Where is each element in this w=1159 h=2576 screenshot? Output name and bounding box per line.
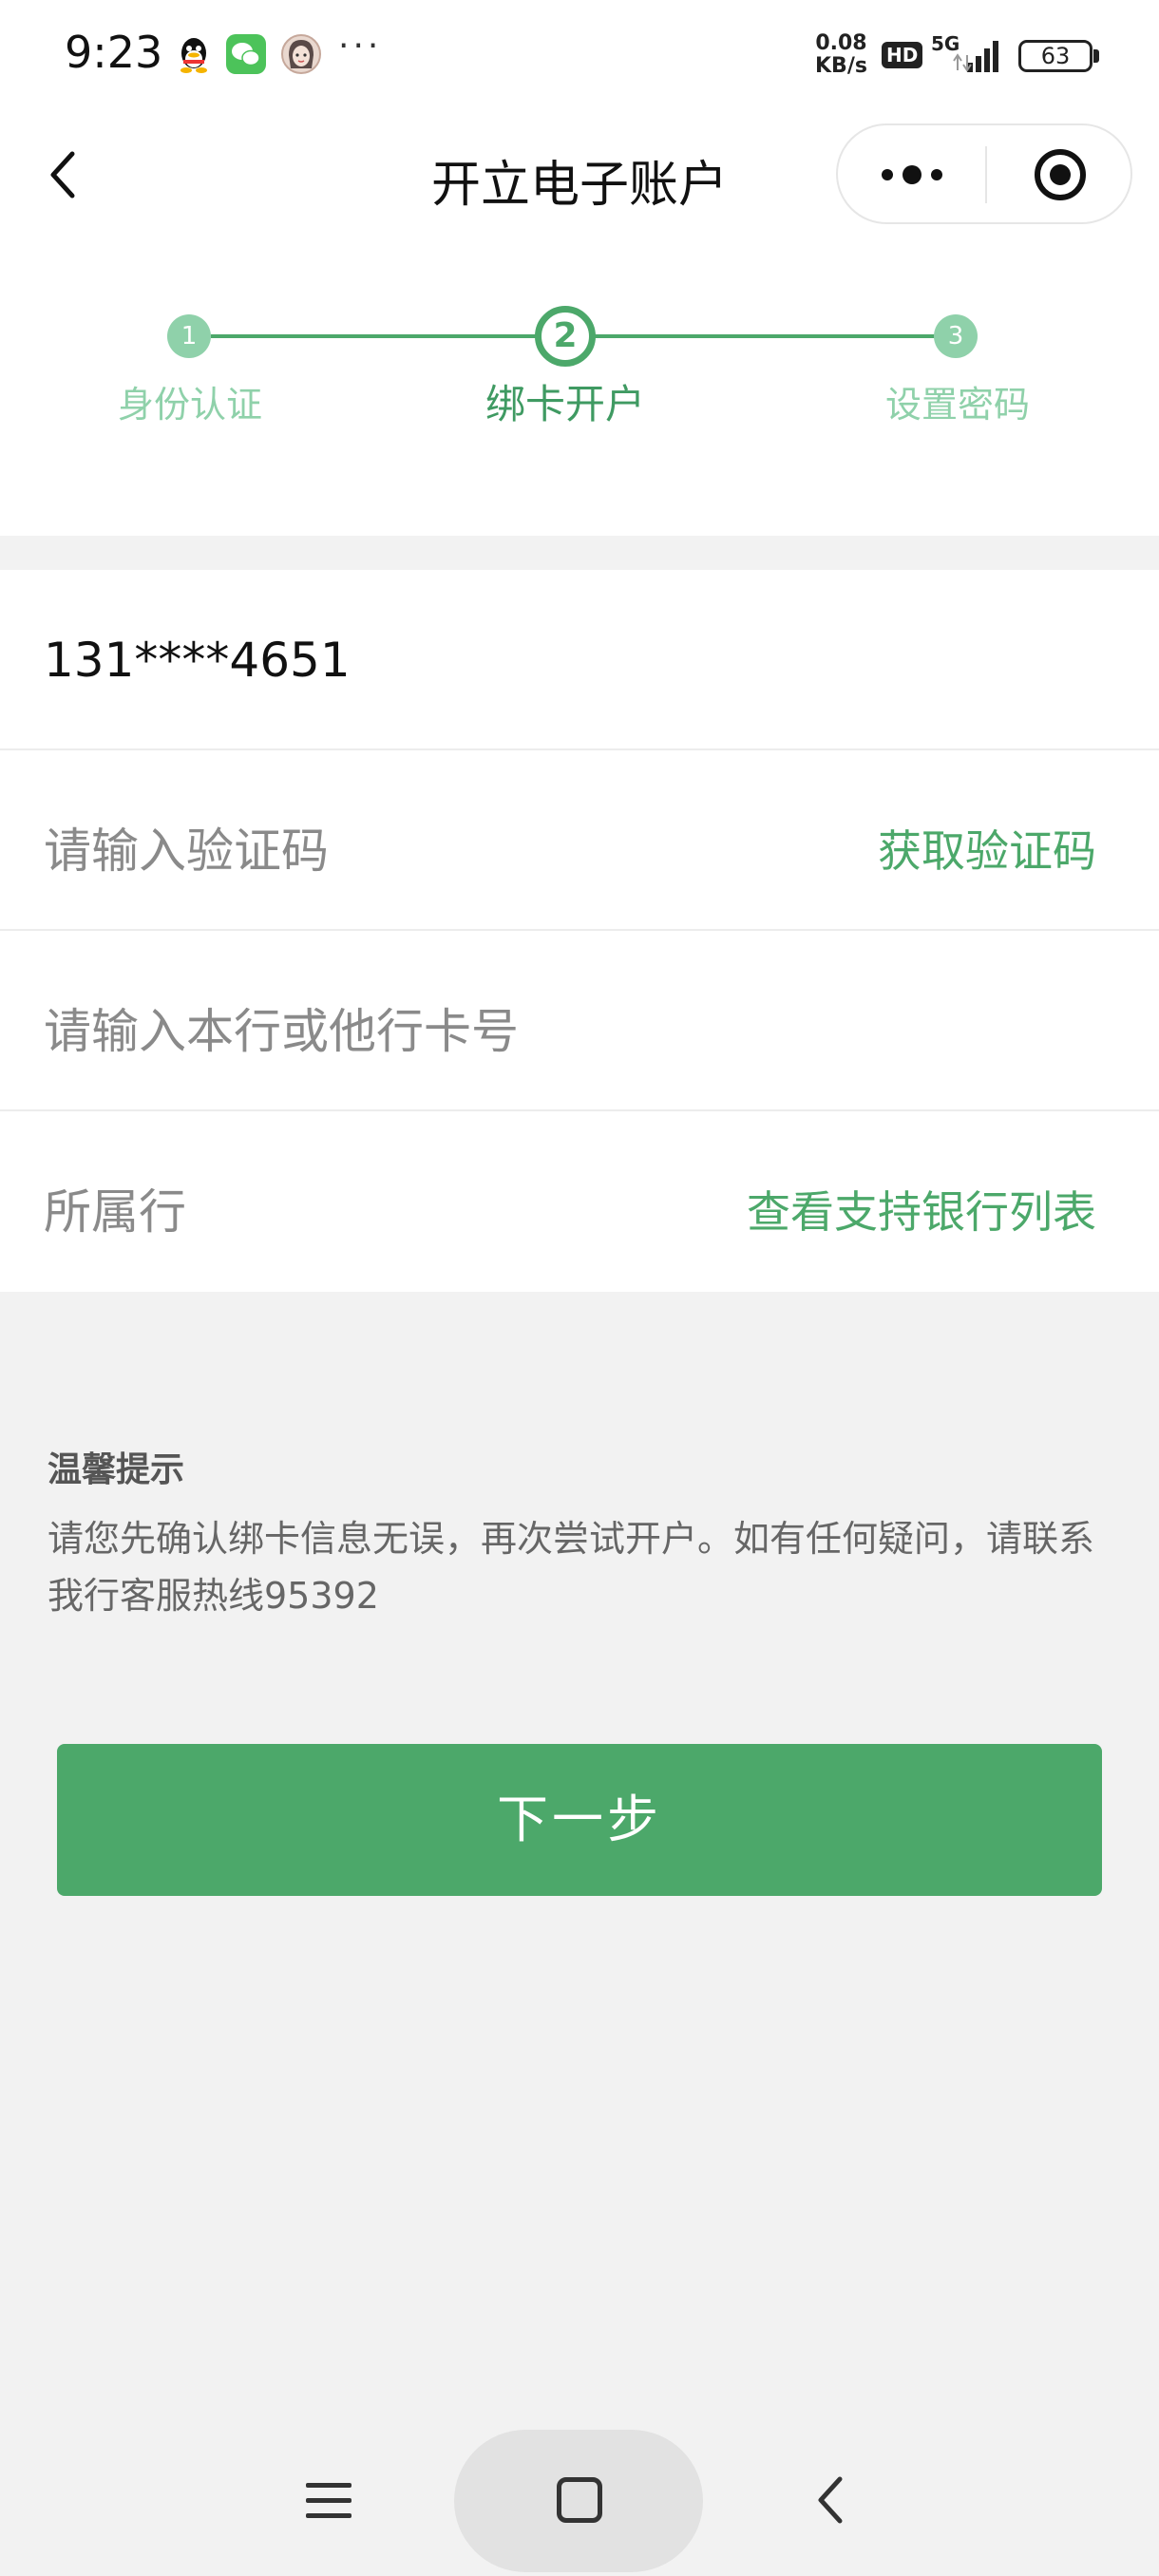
status-time: 9:23	[65, 27, 163, 78]
step-1-marker: 1	[167, 314, 211, 358]
bank-list-link[interactable]: 查看支持银行列表	[747, 1178, 1096, 1241]
avatar-icon	[281, 34, 321, 74]
signal-bars-icon	[953, 41, 998, 72]
battery-level: 63	[1040, 43, 1071, 69]
step-1-label: 身份认证	[117, 384, 262, 426]
tip-text: 请您先确认绑卡信息无误，再次尝试开户。如有任何疑问，请联系我行客服热线95392	[48, 1518, 1095, 1617]
phone-row: 131****4651	[0, 570, 1159, 750]
net-speed-unit: KB/s	[815, 54, 867, 78]
step-connector	[595, 334, 935, 338]
battery-tip	[1093, 49, 1099, 63]
step-3-marker: 3	[934, 314, 978, 358]
step-connector	[211, 334, 538, 338]
nav-header: 开立电子账户	[0, 112, 1159, 237]
step-2-label: 绑卡开户	[484, 381, 645, 427]
progress-stepper: 1 2 3 身份认证 绑卡开户 设置密码	[0, 237, 1159, 536]
more-dots-icon[interactable]	[876, 158, 948, 192]
battery-icon: 63	[1018, 40, 1092, 72]
next-step-button[interactable]: 下一步	[57, 1744, 1102, 1896]
verification-code-row: 请输入验证码 获取验证码	[0, 750, 1159, 931]
bank-field[interactable]: 所属行	[44, 1174, 186, 1242]
qq-icon	[174, 34, 214, 74]
card-number-row: 请输入本行或他行卡号	[0, 931, 1159, 1111]
status-more-icon: ···	[338, 27, 383, 66]
system-back-icon[interactable]	[808, 2473, 855, 2527]
capsule-divider	[985, 146, 987, 203]
menu-icon[interactable]	[302, 2477, 355, 2525]
bank-row: 所属行 查看支持银行列表	[0, 1111, 1159, 1292]
target-circle-icon[interactable]	[1032, 146, 1089, 203]
step-2-marker: 2	[535, 306, 596, 367]
phone-number: 131****4651	[44, 633, 351, 688]
hd-badge: HD	[882, 42, 923, 68]
mini-program-capsule	[836, 123, 1132, 224]
bind-card-form: 131****4651 请输入验证码 获取验证码 请输入本行或他行卡号 所属行 …	[0, 570, 1159, 1292]
step-3-label: 设置密码	[884, 384, 1030, 426]
verification-code-input[interactable]: 请输入验证码	[44, 813, 329, 881]
net-speed: 0.08 KB/s	[815, 32, 867, 78]
status-bar: 9:23 ··· 0.08 KB/s HD 5G 63	[0, 0, 1159, 112]
wechat-icon	[226, 34, 266, 74]
card-number-input[interactable]: 请输入本行或他行卡号	[44, 994, 519, 1062]
home-icon[interactable]	[557, 2477, 602, 2523]
get-code-button[interactable]: 获取验证码	[878, 817, 1096, 880]
tip-title: 温馨提示	[48, 1450, 185, 1489]
net-speed-value: 0.08	[815, 31, 867, 55]
